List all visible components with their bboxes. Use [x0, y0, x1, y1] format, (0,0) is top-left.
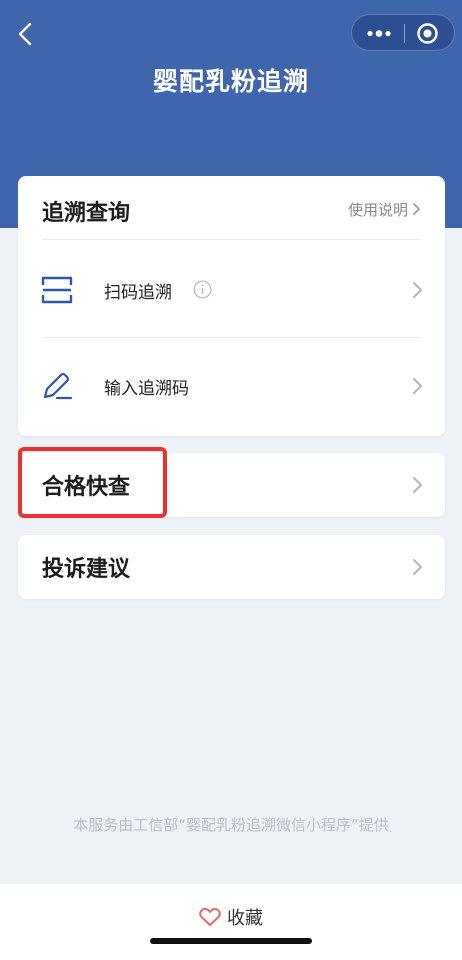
capsule-menu [351, 14, 455, 51]
trace-card-title: 追溯查询 [42, 201, 131, 226]
capsule-divider [404, 24, 405, 43]
footer-note: 本服务由工信部“婴配乳粉追溯微信小程序”提供 [73, 816, 389, 834]
chevron-right-icon [413, 203, 420, 215]
help-link[interactable]: 使用说明 [348, 199, 421, 220]
input-trace-code-row[interactable]: 输入追溯码 [18, 338, 445, 434]
complaint-card[interactable]: 投诉建议 [18, 535, 445, 599]
info-icon[interactable] [193, 280, 212, 299]
page-title: 婴配乳粉追溯 [152, 67, 309, 96]
chevron-right-icon [413, 282, 422, 298]
bottom-bar: 收藏 [0, 884, 462, 960]
divider [42, 239, 421, 240]
highlight-box [18, 447, 167, 518]
favorite-label: 收藏 [227, 908, 263, 929]
chevron-right-icon [413, 559, 422, 575]
more-dots-icon[interactable] [365, 25, 393, 42]
scan-trace-row[interactable]: 扫码追溯 [18, 242, 445, 338]
pen-icon [43, 372, 73, 400]
scan-icon [41, 276, 73, 304]
home-indicator [150, 938, 312, 944]
target-circle-icon[interactable] [416, 22, 439, 45]
chevron-right-icon [413, 477, 422, 493]
trace-query-card: 追溯查询 使用说明 扫码追溯 输入追溯码 [18, 176, 445, 436]
help-label: 使用说明 [347, 201, 408, 219]
scan-trace-label: 扫码追溯 [104, 283, 172, 303]
heart-icon [199, 907, 221, 926]
favorite-button[interactable]: 收藏 [0, 904, 462, 930]
input-trace-code-label: 输入追溯码 [104, 379, 189, 399]
complaint-label: 投诉建议 [42, 557, 131, 582]
chevron-left-icon[interactable] [12, 20, 40, 48]
chevron-right-icon [413, 378, 422, 394]
